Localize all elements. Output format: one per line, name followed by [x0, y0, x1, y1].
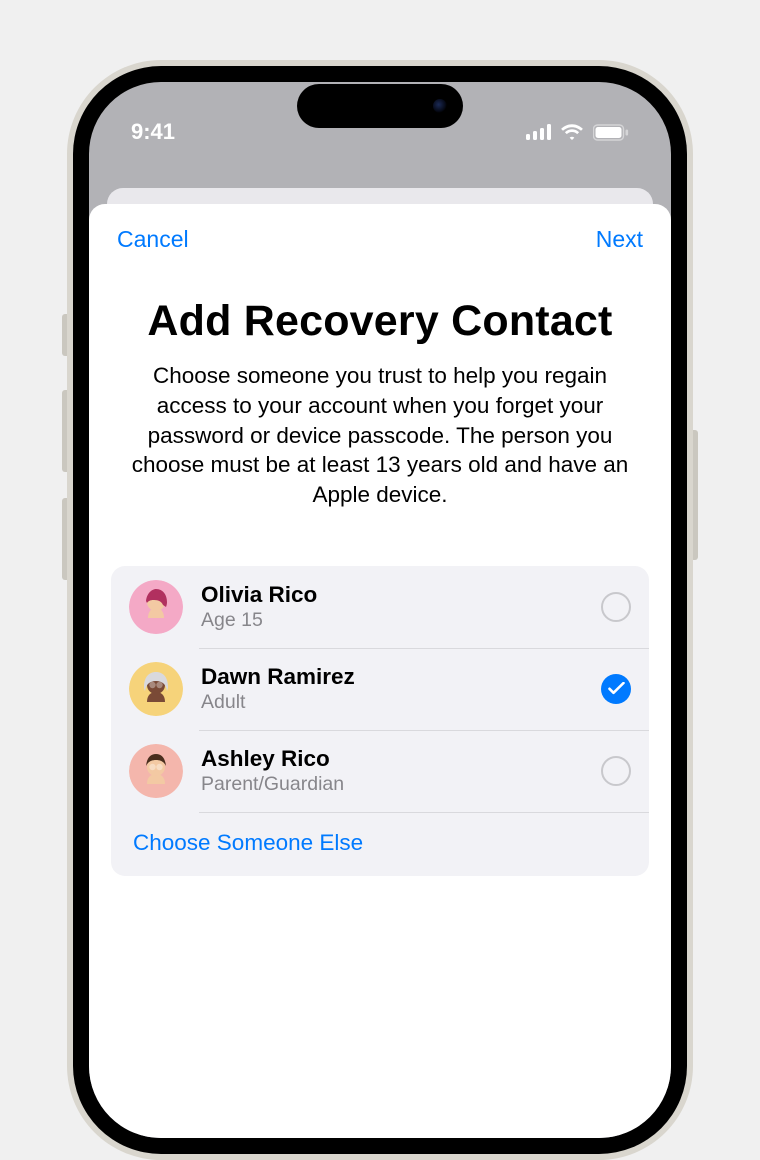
radio-unselected-icon[interactable] [601, 592, 631, 622]
contact-name: Dawn Ramirez [201, 664, 601, 690]
page-description: Choose someone you trust to help you reg… [115, 361, 645, 509]
volume-down-button [62, 498, 67, 580]
contact-subtitle: Adult [201, 691, 601, 714]
modal-sheet: Cancel Next Add Recovery Contact Choose … [89, 204, 671, 1138]
contact-row[interactable]: Dawn Ramirez Adult [111, 648, 649, 730]
side-button [693, 430, 698, 560]
battery-icon [593, 124, 629, 141]
page-title: Add Recovery Contact [111, 297, 649, 345]
contact-row[interactable]: Ashley Rico Parent/Guardian [111, 730, 649, 812]
choose-someone-else-button[interactable]: Choose Someone Else [111, 812, 649, 876]
avatar [129, 662, 183, 716]
phone-bezel: 9:41 Cancel Next Add Recovery C [73, 66, 687, 1154]
radio-unselected-icon[interactable] [601, 756, 631, 786]
contact-list: Olivia Rico Age 15 [111, 566, 649, 876]
next-button[interactable]: Next [596, 226, 643, 253]
contact-row[interactable]: Olivia Rico Age 15 [111, 566, 649, 648]
volume-up-button [62, 390, 67, 472]
cellular-icon [526, 124, 552, 140]
status-time: 9:41 [131, 119, 175, 145]
mute-switch [62, 314, 67, 356]
avatar [129, 744, 183, 798]
contact-name: Olivia Rico [201, 582, 601, 608]
wifi-icon [560, 124, 584, 141]
contact-subtitle: Parent/Guardian [201, 773, 601, 796]
radio-selected-icon[interactable] [601, 674, 631, 704]
phone-frame: 9:41 Cancel Next Add Recovery C [67, 60, 693, 1160]
contact-subtitle: Age 15 [201, 609, 601, 632]
screen: 9:41 Cancel Next Add Recovery C [89, 82, 671, 1138]
camera-icon [433, 99, 447, 113]
nav-bar: Cancel Next [111, 224, 649, 253]
avatar [129, 580, 183, 634]
dynamic-island [297, 84, 463, 128]
cancel-button[interactable]: Cancel [117, 226, 189, 253]
contact-name: Ashley Rico [201, 746, 601, 772]
